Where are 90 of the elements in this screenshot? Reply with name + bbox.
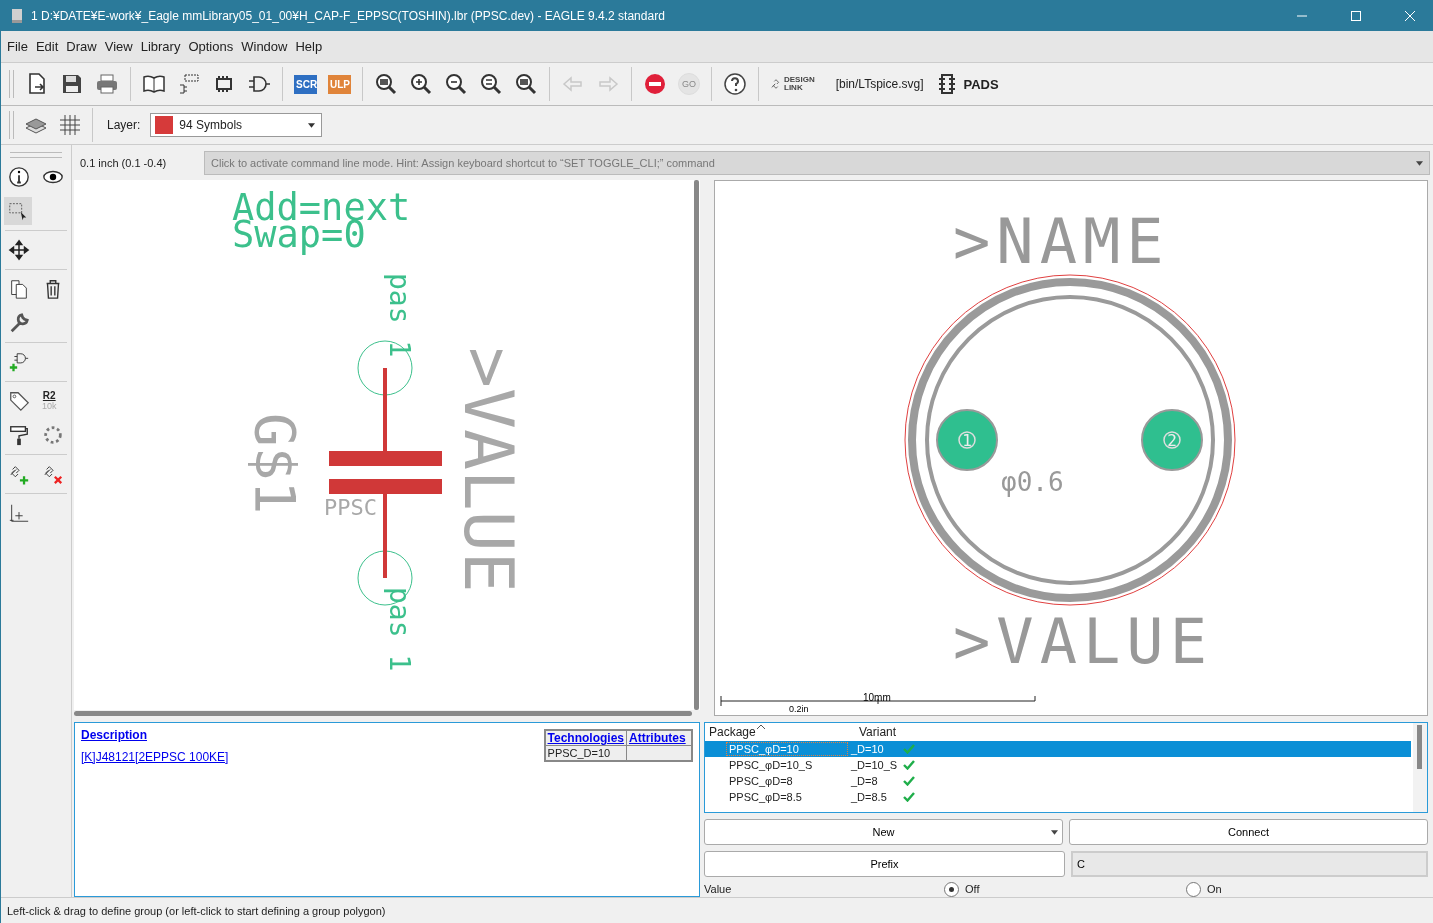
command-input[interactable]: Click to activate command line mode. Hint: Assign keyboard shortcut to “SET TOGGLE_CLI;” command xyxy=(205,156,1416,170)
save-icon[interactable] xyxy=(60,72,84,96)
table-cell: PPSC_φD=10 xyxy=(727,743,847,755)
table-cell-text: PPSC_φD=10_S xyxy=(728,759,814,771)
zoom-last-icon[interactable] xyxy=(514,72,538,96)
name-value-tool[interactable]: R2 10k xyxy=(42,391,57,411)
zoom-in-icon[interactable] xyxy=(409,72,433,96)
radio-button[interactable] xyxy=(1186,881,1201,897)
maximize-icon[interactable] xyxy=(1350,9,1362,22)
new-button[interactable]: New xyxy=(704,819,1063,846)
copy-icon[interactable] xyxy=(8,278,30,300)
radio-button[interactable] xyxy=(944,881,959,897)
symbol-icon[interactable] xyxy=(177,72,201,96)
menu-item[interactable]: Draw xyxy=(66,39,97,54)
package-row[interactable]: PPSC_φD=10 _D=10 xyxy=(705,741,1411,757)
script-button[interactable]: [bin/LTspice.svg] xyxy=(835,77,924,91)
package-row[interactable]: PPSC_φD=8 _D=8 xyxy=(705,773,1411,789)
menu-item[interactable]: Window xyxy=(241,39,288,54)
add-gate-icon[interactable] xyxy=(8,351,30,373)
menu-item[interactable]: Options xyxy=(188,39,234,54)
close-icon[interactable] xyxy=(1404,9,1416,22)
package-row[interactable]: PPSC_φD=10_S _D=10_S xyxy=(705,757,1411,773)
prefix-field[interactable]: C xyxy=(1071,851,1428,878)
pin-label: pas 1 xyxy=(383,587,416,672)
value-label: >VALUE xyxy=(449,347,528,593)
window-title: 1 D:¥DATE¥E-work¥_Eagle mmLibrary05_01_00¥H_CAP-F_EPPSC(TOSHIN).lbr (PPSC.dev) - EAGLE 9.4.2 standard xyxy=(31,8,665,23)
scale-label: 10mm xyxy=(863,692,891,703)
sort-icon xyxy=(757,723,765,729)
menu-item[interactable]: Help xyxy=(295,39,323,54)
table-cell-text: PPSC_φD=8 xyxy=(728,775,794,787)
menu-item[interactable]: Library xyxy=(140,39,181,54)
symbol-name-label: PPSC xyxy=(324,495,377,520)
dimension-icon[interactable] xyxy=(8,502,30,524)
description-link[interactable]: Description xyxy=(81,728,229,742)
caret-icon xyxy=(1051,829,1058,835)
radio-option[interactable]: Off xyxy=(944,881,1186,897)
radio-option[interactable]: On xyxy=(1186,881,1428,897)
table-cell-text: _D=10 xyxy=(850,743,885,755)
info-icon[interactable] xyxy=(8,166,30,188)
design-link-button[interactable]: DESIGN LINK xyxy=(784,76,815,92)
command-field[interactable]: Click to activate command line mode. Hint: Assign keyboard shortcut to “SET TOGGLE_CLI;” command xyxy=(204,151,1430,175)
zoom-out-icon[interactable] xyxy=(444,72,468,96)
group-select-tool[interactable] xyxy=(4,197,32,225)
layer-dropdown[interactable]: 94 Symbols xyxy=(150,113,323,137)
dotted-circle-icon[interactable] xyxy=(42,424,64,446)
menu-item[interactable]: Edit xyxy=(35,39,59,54)
drill-label: φ0.6 xyxy=(1001,467,1064,497)
connect-button[interactable]: Connect xyxy=(1069,819,1428,846)
grid-icon[interactable] xyxy=(58,113,82,137)
menu-item[interactable]: View xyxy=(104,39,133,54)
value-option-label: Value xyxy=(704,883,733,896)
menu-item[interactable]: File xyxy=(7,39,28,54)
table-cell-text: _D=10_S xyxy=(850,759,899,771)
coordinates: 0.1 inch (0.1 -0.4) xyxy=(79,157,168,169)
table-cell-text: PPSC_φD=8.5 xyxy=(728,791,803,803)
link-add-icon[interactable] xyxy=(8,463,30,485)
table-cell-text: _D=8 xyxy=(850,775,879,787)
scale-label: 0.2in xyxy=(789,704,809,714)
caret-icon xyxy=(1416,160,1423,166)
link-icon[interactable] xyxy=(770,78,782,90)
zoom-fit-icon[interactable] xyxy=(374,72,398,96)
zoom-select-icon[interactable] xyxy=(479,72,503,96)
pad-drawing: 1 xyxy=(936,409,998,471)
table-cell-text: _D=8.5 xyxy=(850,791,888,803)
description-text-link[interactable]: [K]J48121[2EPPSC 100KE] xyxy=(81,750,229,764)
caret-icon xyxy=(308,122,316,128)
package-row[interactable]: PPSC_φD=8.5 _D=8.5 xyxy=(705,789,1411,805)
layer-label: Layer: xyxy=(107,118,141,132)
gate-name-label: G$1 xyxy=(243,413,308,515)
wrench-icon[interactable] xyxy=(8,312,30,334)
pads-button[interactable]: PADS xyxy=(963,76,999,92)
pin-label: pas 1 xyxy=(383,273,416,358)
app-icon xyxy=(11,7,23,24)
print-icon[interactable] xyxy=(95,72,119,96)
value-label: >VALUE xyxy=(953,605,1213,678)
column-header[interactable]: Package xyxy=(705,725,757,739)
column-header[interactable]: Variant xyxy=(855,723,907,741)
scr-icon[interactable]: SCR xyxy=(294,74,317,94)
package-canvas[interactable]: >NAME 1 2 φ0.6 >VALUE 10mm 0.2in xyxy=(715,181,1427,715)
status-text: Left-click & drag to define group (or left-click to start defining a group polygon) xyxy=(7,904,386,917)
paint-roller-icon[interactable] xyxy=(8,424,30,446)
stop-icon[interactable] xyxy=(643,72,667,96)
link-delete-icon[interactable] xyxy=(42,463,64,485)
move-icon[interactable] xyxy=(8,239,30,261)
tag-icon[interactable] xyxy=(8,390,30,412)
pad-drawing: 2 xyxy=(1141,409,1203,471)
name-label: >NAME xyxy=(953,205,1170,278)
book-icon[interactable] xyxy=(142,72,166,96)
help-icon[interactable] xyxy=(723,72,747,96)
prefix-button[interactable]: Prefix xyxy=(704,851,1065,878)
